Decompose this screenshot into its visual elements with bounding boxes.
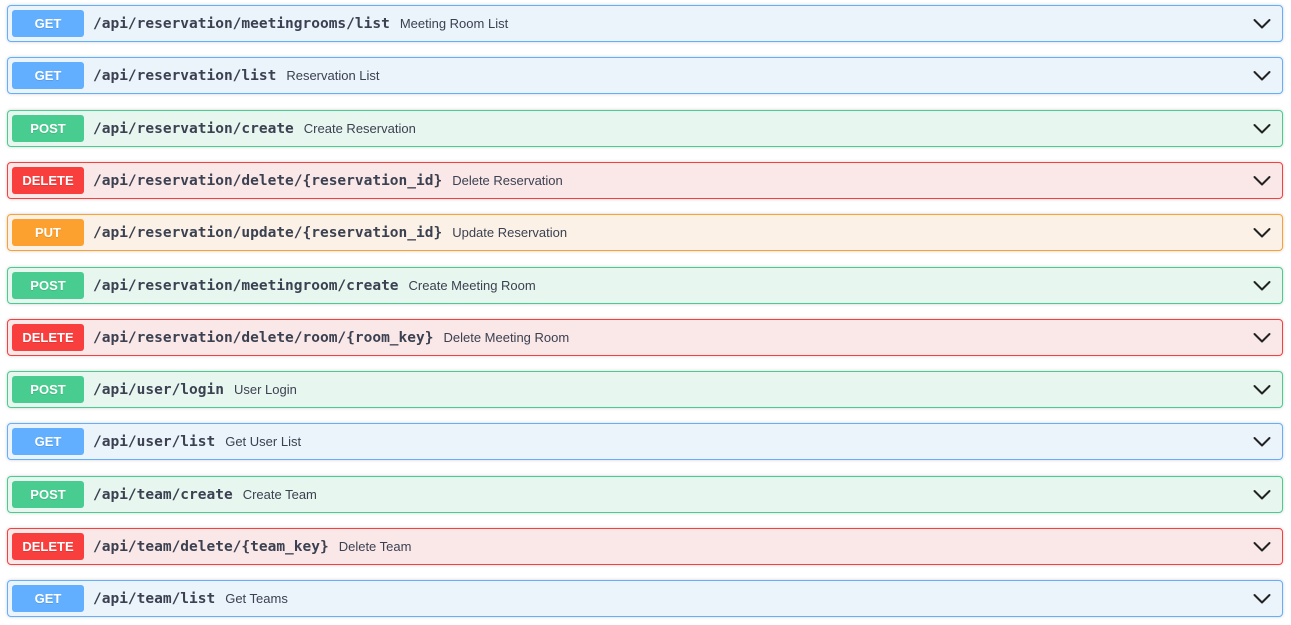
operation-path: /api/user/login bbox=[93, 381, 224, 398]
method-badge: GET bbox=[12, 428, 84, 455]
chevron-down-icon[interactable] bbox=[1252, 223, 1272, 243]
operation-summary: Create Meeting Room bbox=[408, 278, 536, 293]
chevron-down-icon[interactable] bbox=[1252, 328, 1272, 348]
operation-path: /api/reservation/meetingroom/create bbox=[93, 277, 399, 294]
chevron-down-icon[interactable] bbox=[1252, 276, 1272, 296]
method-badge: POST bbox=[12, 481, 84, 508]
operation-block-delete[interactable]: DELETE /api/reservation/delete/{reservat… bbox=[7, 162, 1283, 199]
operation-path: /api/team/list bbox=[93, 590, 216, 607]
operation-summary: Delete Meeting Room bbox=[443, 330, 570, 345]
operation-block-get[interactable]: GET /api/reservation/meetingrooms/list M… bbox=[7, 5, 1283, 42]
operation-summary: Get Teams bbox=[225, 591, 288, 606]
operation-block-put[interactable]: PUT /api/reservation/update/{reservation… bbox=[7, 214, 1283, 251]
operation-summary: Delete Reservation bbox=[452, 173, 563, 188]
operation-path: /api/reservation/list bbox=[93, 67, 277, 84]
operation-path: /api/reservation/meetingrooms/list bbox=[93, 15, 390, 32]
chevron-down-icon[interactable] bbox=[1252, 14, 1272, 34]
method-badge: DELETE bbox=[12, 167, 84, 194]
operation-path: /api/reservation/update/{reservation_id} bbox=[93, 224, 443, 241]
method-badge: POST bbox=[12, 376, 84, 403]
chevron-down-icon[interactable] bbox=[1252, 589, 1272, 609]
operation-block-delete[interactable]: DELETE /api/team/delete/{team_key} Delet… bbox=[7, 528, 1283, 565]
chevron-down-icon[interactable] bbox=[1252, 66, 1272, 86]
method-badge: POST bbox=[12, 115, 84, 142]
operation-summary: Get User List bbox=[225, 434, 302, 449]
operation-path: /api/reservation/delete/room/{room_key} bbox=[93, 329, 434, 346]
operation-path: /api/reservation/delete/{reservation_id} bbox=[93, 172, 443, 189]
operation-path: /api/team/create bbox=[93, 486, 233, 503]
method-badge: POST bbox=[12, 272, 84, 299]
operation-block-post[interactable]: POST /api/team/create Create Team bbox=[7, 476, 1283, 513]
operation-summary: Meeting Room List bbox=[399, 16, 509, 31]
operation-block-post[interactable]: POST /api/user/login User Login bbox=[7, 371, 1283, 408]
method-badge: PUT bbox=[12, 219, 84, 246]
chevron-down-icon[interactable] bbox=[1252, 432, 1272, 452]
operation-summary: Delete Team bbox=[338, 539, 412, 554]
method-badge: GET bbox=[12, 10, 84, 37]
operation-summary: Reservation List bbox=[286, 68, 380, 83]
operation-summary: Create Reservation bbox=[303, 121, 416, 136]
chevron-down-icon[interactable] bbox=[1252, 171, 1272, 191]
operation-path: /api/reservation/create bbox=[93, 120, 294, 137]
operation-summary: Update Reservation bbox=[452, 225, 568, 240]
operation-block-post[interactable]: POST /api/reservation/meetingroom/create… bbox=[7, 267, 1283, 304]
chevron-down-icon[interactable] bbox=[1252, 485, 1272, 505]
operation-block-delete[interactable]: DELETE /api/reservation/delete/room/{roo… bbox=[7, 319, 1283, 356]
chevron-down-icon[interactable] bbox=[1252, 380, 1272, 400]
operations-list: GET /api/reservation/meetingrooms/list M… bbox=[0, 0, 1291, 625]
operation-path: /api/user/list bbox=[93, 433, 216, 450]
operation-block-get[interactable]: GET /api/team/list Get Teams bbox=[7, 580, 1283, 617]
method-badge: GET bbox=[12, 585, 84, 612]
method-badge: DELETE bbox=[12, 533, 84, 560]
operation-path: /api/team/delete/{team_key} bbox=[93, 538, 329, 555]
operation-summary: Create Team bbox=[242, 487, 317, 502]
operation-block-get[interactable]: GET /api/user/list Get User List bbox=[7, 423, 1283, 460]
operation-summary: User Login bbox=[233, 382, 297, 397]
chevron-down-icon[interactable] bbox=[1252, 537, 1272, 557]
method-badge: DELETE bbox=[12, 324, 84, 351]
operation-block-get[interactable]: GET /api/reservation/list Reservation Li… bbox=[7, 57, 1283, 94]
chevron-down-icon[interactable] bbox=[1252, 119, 1272, 139]
method-badge: GET bbox=[12, 62, 84, 89]
operation-block-post[interactable]: POST /api/reservation/create Create Rese… bbox=[7, 110, 1283, 147]
